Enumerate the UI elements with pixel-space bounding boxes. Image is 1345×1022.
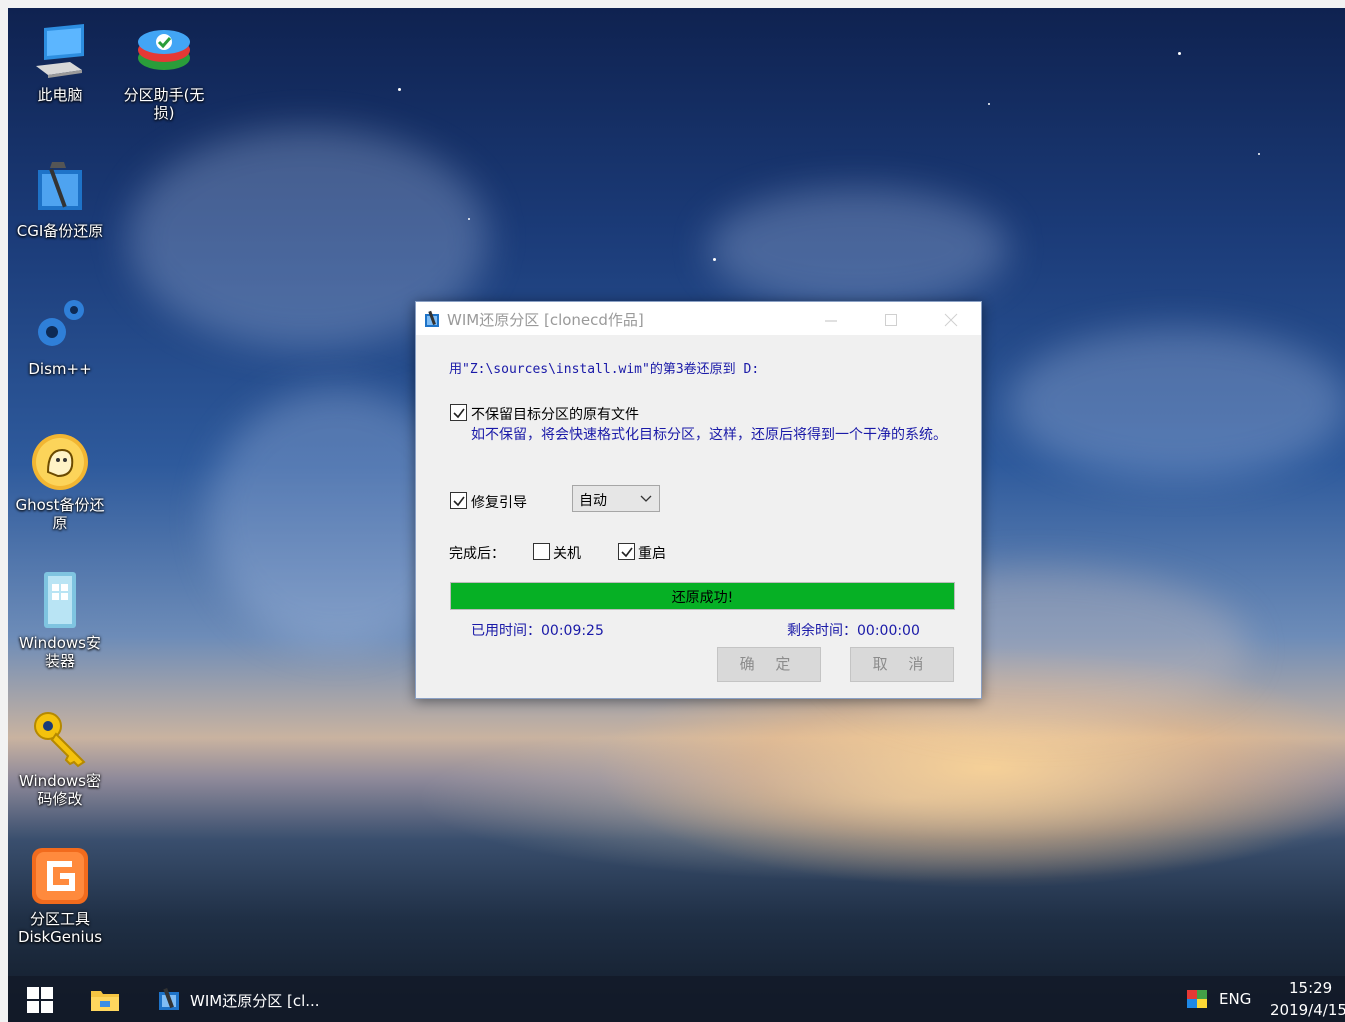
repair-boot-label: 修复引导 (471, 495, 527, 511)
desktop-icon-windows-installer[interactable]: Windows安 装器 (8, 570, 112, 670)
restart-checkbox[interactable] (618, 543, 635, 560)
window-title: WIM还原分区 [clonecd作品] (447, 311, 644, 329)
installer-box-icon (30, 570, 90, 630)
elapsed-time: 已用时间：00:09:25 (471, 623, 604, 639)
chevron-down-icon (640, 495, 652, 502)
desktop-icon-label: 分区工具 DiskGenius (17, 910, 103, 946)
repair-boot-checkbox[interactable] (450, 492, 467, 509)
desktop-icon-cgi-backup[interactable]: CGI备份还原 (8, 158, 112, 240)
keep-files-note: 如不保留，将会快速格式化目标分区，这样，还原后将得到一个干净的系统。 (471, 427, 947, 443)
desktop-icon-dism[interactable]: Dism++ (8, 296, 112, 378)
desktop-icon-label: 此电脑 (37, 86, 83, 104)
desktop-icon-this-pc[interactable]: 此电脑 (8, 22, 112, 104)
desktop-icon-label: Windows安 装器 (19, 634, 101, 670)
close-button[interactable] (921, 302, 981, 335)
desktop-icon-label: CGI备份还原 (16, 222, 104, 240)
ok-button[interactable]: 确 定 (717, 647, 821, 682)
file-explorer-button[interactable] (82, 976, 126, 1022)
taskbar-item-wim-restore[interactable]: WIM还原分区 [cl... (148, 976, 348, 1022)
key-icon (30, 708, 90, 768)
app-icon (159, 987, 179, 1010)
taskbar: WIM还原分区 [cl... ENG 15:29 2019/4/15 (8, 976, 1345, 1022)
diskgenius-icon (30, 846, 90, 906)
restart-label: 重启 (638, 546, 666, 562)
after-complete-label: 完成后： (449, 546, 505, 562)
wim-restore-dialog: WIM还原分区 [clonecd作品] 用"Z:\sources\install… (415, 301, 982, 699)
hammer-tool-icon (30, 158, 90, 218)
gears-icon (30, 296, 90, 356)
minimize-icon (825, 320, 837, 321)
maximize-button[interactable] (861, 302, 921, 335)
keep-files-label: 不保留目标分区的原有文件 (471, 407, 639, 423)
maximize-icon (885, 313, 897, 326)
shutdown-label: 关机 (553, 546, 581, 562)
clock-time[interactable]: 15:29 (1289, 979, 1332, 997)
desktop-icon-label: 分区助手(无 损) (123, 86, 205, 122)
display-color-icon (1187, 990, 1207, 1008)
restore-info: 用"Z:\sources\install.wim"的第3卷还原到 D: (449, 362, 760, 377)
ghost-icon (30, 432, 90, 492)
taskbar-item-label: WIM还原分区 [cl... (190, 992, 320, 1010)
checkmark-icon (621, 547, 633, 558)
boot-mode-value: 自动 (579, 493, 607, 509)
app-icon (423, 310, 441, 328)
progress-bar: 还原成功! (450, 582, 955, 610)
desktop-icon-windows-password[interactable]: Windows密 码修改 (8, 708, 112, 808)
keep-files-checkbox[interactable] (450, 404, 467, 421)
boot-mode-select[interactable]: 自动 (572, 485, 660, 512)
start-button[interactable] (18, 976, 62, 1022)
tray-color-icon[interactable] (1182, 976, 1212, 1022)
title-bar[interactable]: WIM还原分区 [clonecd作品] (416, 302, 981, 335)
shutdown-checkbox[interactable] (533, 543, 550, 560)
progress-text: 还原成功! (671, 590, 734, 606)
checkmark-icon (453, 496, 465, 507)
windows-logo-icon (27, 987, 53, 1013)
computer-icon (30, 22, 90, 82)
partition-disk-icon (134, 22, 194, 82)
close-icon (944, 313, 958, 326)
remaining-time: 剩余时间：00:00:00 (787, 623, 920, 639)
cancel-button[interactable]: 取 消 (850, 647, 954, 682)
desktop-icon-label: Windows密 码修改 (19, 772, 101, 808)
desktop-icon-diskgenius[interactable]: 分区工具 DiskGenius (8, 846, 112, 946)
folder-icon (91, 991, 119, 1011)
clock-date[interactable]: 2019/4/15 (1270, 1001, 1345, 1019)
checkmark-icon (453, 408, 465, 419)
desktop-icon-ghost-backup[interactable]: Ghost备份还 原 (8, 432, 112, 532)
desktop-icon-label: Ghost备份还 原 (15, 496, 105, 532)
desktop-icon-partition-assistant[interactable]: 分区助手(无 损) (112, 22, 216, 122)
desktop-icon-label: Dism++ (28, 360, 92, 378)
language-indicator[interactable]: ENG (1219, 990, 1251, 1008)
minimize-button[interactable] (801, 302, 861, 335)
